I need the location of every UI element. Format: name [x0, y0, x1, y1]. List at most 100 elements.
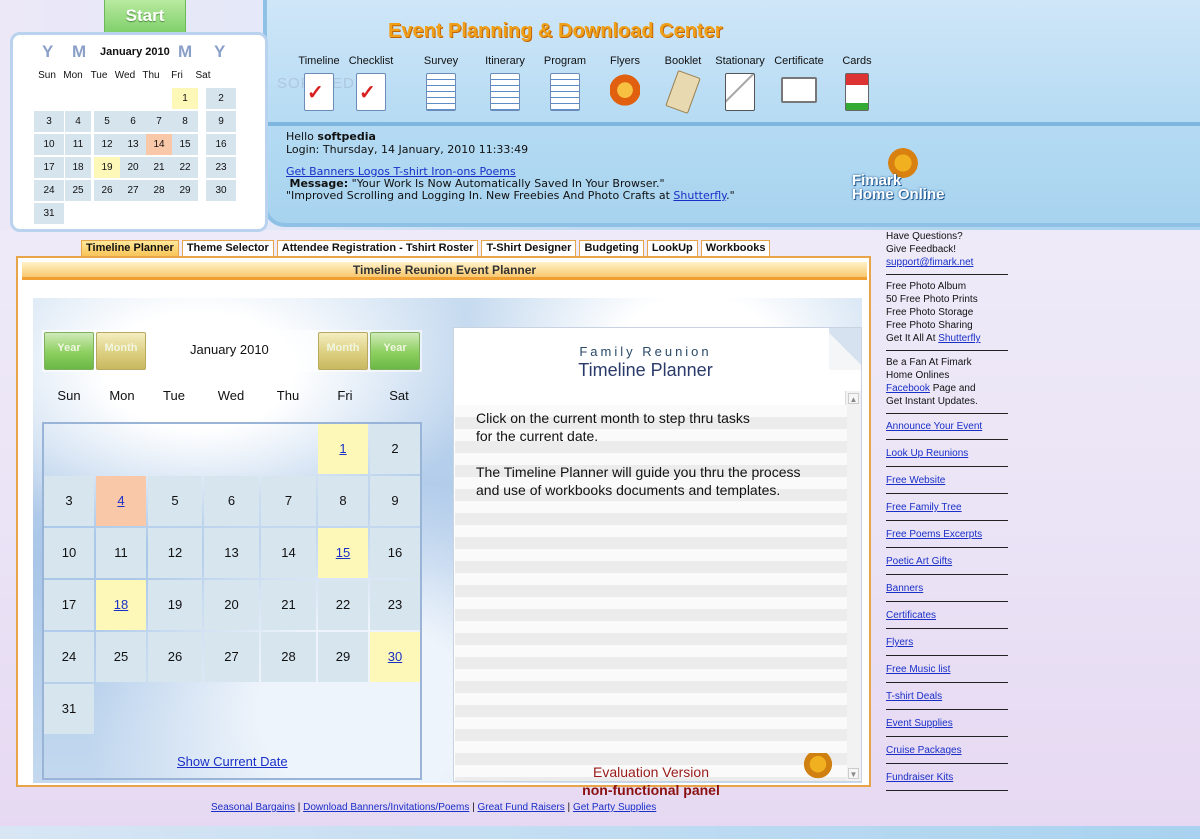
sidebar-link-free-website[interactable]: Free Website — [886, 475, 945, 486]
calendar-date-cell[interactable]: 23 — [370, 580, 420, 630]
calendar-date-cell[interactable]: 15 — [318, 528, 368, 578]
calendar-date-cell[interactable]: 6 — [204, 476, 259, 526]
calendar-date-cell[interactable]: 10 — [44, 528, 94, 578]
calendar-date-cell[interactable]: 20 — [204, 580, 259, 630]
calendar-date-cell[interactable]: 22 — [318, 580, 368, 630]
mini-next-year-button[interactable]: Y — [214, 42, 225, 62]
mini-prev-month-button[interactable]: M — [72, 42, 86, 62]
mini-date-cell[interactable]: 2 — [206, 88, 236, 109]
nav-item-survey[interactable]: Survey — [411, 55, 471, 111]
sidebar-link-event-supplies[interactable]: Event Supplies — [886, 718, 953, 729]
mini-date-cell[interactable]: 6 — [120, 111, 146, 132]
shutterfly-link[interactable]: Shutterfly — [673, 189, 726, 202]
support-email-link[interactable]: support@fimark.net — [886, 257, 973, 268]
nav-item-booklet[interactable]: Booklet — [653, 55, 713, 114]
sidebar-link-free-family-tree[interactable]: Free Family Tree — [886, 502, 962, 513]
calendar-date-cell[interactable]: 26 — [148, 632, 202, 682]
calendar-date-cell[interactable]: 17 — [44, 580, 94, 630]
sidebar-link-flyers[interactable]: Flyers — [886, 637, 913, 648]
nav-item-itinerary[interactable]: Itinerary — [475, 55, 535, 111]
footer-link-seasonal-bargains[interactable]: Seasonal Bargains — [211, 802, 295, 813]
tab-theme-selector[interactable]: Theme Selector — [181, 240, 274, 257]
mini-date-cell[interactable]: 16 — [206, 134, 236, 155]
mini-date-cell[interactable]: 9 — [206, 111, 236, 132]
calendar-date-cell[interactable]: 5 — [148, 476, 202, 526]
start-button[interactable]: Start — [104, 0, 186, 34]
mini-date-cell[interactable]: 5 — [94, 111, 120, 132]
date-link[interactable]: 18 — [114, 597, 128, 612]
sidebar-link-free-poems-excerpts[interactable]: Free Poems Excerpts — [886, 529, 982, 540]
tab-timeline-planner[interactable]: Timeline Planner — [81, 240, 179, 257]
facebook-link[interactable]: Facebook — [886, 383, 930, 394]
nav-item-timeline[interactable]: Timeline — [289, 55, 349, 111]
certificate-icon[interactable] — [781, 77, 817, 103]
calendar-date-cell[interactable]: 29 — [318, 632, 368, 682]
calendar-date-cell[interactable]: 27 — [204, 632, 259, 682]
scroll-up-icon[interactable]: ▲ — [848, 393, 859, 404]
prev-year-button[interactable]: Year — [44, 332, 94, 370]
sidebar-link-look-up-reunions[interactable]: Look Up Reunions — [886, 448, 968, 459]
calendar-date-cell[interactable]: 2 — [370, 424, 420, 474]
tab-t-shirt-designer[interactable]: T-Shirt Designer — [481, 240, 577, 257]
mini-date-cell[interactable]: 31 — [34, 203, 64, 224]
mini-date-cell[interactable]: 22 — [172, 157, 198, 178]
calendar-date-cell[interactable]: 14 — [261, 528, 316, 578]
document-icon[interactable] — [550, 73, 580, 111]
mini-date-cell[interactable]: 11 — [65, 134, 91, 155]
footer-link-get-party-supplies[interactable]: Get Party Supplies — [573, 802, 656, 813]
prev-month-button[interactable]: Month — [96, 332, 146, 370]
show-current-date-link[interactable]: Show Current Date — [177, 754, 288, 769]
calendar-date-cell[interactable]: 31 — [44, 684, 94, 734]
document-icon[interactable] — [490, 73, 520, 111]
stationary-icon[interactable] — [725, 73, 755, 111]
mini-date-cell[interactable]: 10 — [34, 134, 64, 155]
mini-date-cell[interactable]: 25 — [65, 180, 91, 201]
calendar-date-cell[interactable]: 8 — [318, 476, 368, 526]
nav-item-certificate[interactable]: Certificate — [769, 55, 829, 103]
sidebar-link-announce-your-event[interactable]: Announce Your Event — [886, 421, 982, 432]
mini-date-cell[interactable]: 14 — [146, 134, 172, 155]
mini-date-cell[interactable]: 15 — [172, 134, 198, 155]
calendar-date-cell[interactable]: 4 — [96, 476, 146, 526]
mini-date-cell[interactable]: 26 — [94, 180, 120, 201]
nav-item-program[interactable]: Program — [535, 55, 595, 111]
calendar-date-cell[interactable]: 21 — [261, 580, 316, 630]
card-icon[interactable] — [845, 73, 869, 111]
mini-date-cell[interactable]: 12 — [94, 134, 120, 155]
sidebar-shutterfly-link[interactable]: Shutterfly — [938, 333, 980, 344]
mini-date-cell[interactable]: 1 — [172, 88, 198, 109]
sidebar-link-poetic-art-gifts[interactable]: Poetic Art Gifts — [886, 556, 952, 567]
tab-budgeting[interactable]: Budgeting — [579, 240, 644, 257]
mini-date-cell[interactable]: 3 — [34, 111, 64, 132]
footer-link-great-fund-raisers[interactable]: Great Fund Raisers — [478, 802, 565, 813]
date-link[interactable]: 4 — [117, 493, 124, 508]
nav-item-cards[interactable]: Cards — [827, 55, 887, 111]
calendar-date-cell[interactable]: 16 — [370, 528, 420, 578]
mini-date-cell[interactable]: 18 — [65, 157, 91, 178]
calendar-date-cell[interactable]: 12 — [148, 528, 202, 578]
sidebar-link-free-music-list[interactable]: Free Music list — [886, 664, 950, 675]
mini-date-cell[interactable]: 24 — [34, 180, 64, 201]
date-link[interactable]: 15 — [336, 545, 350, 560]
calendar-date-cell[interactable]: 19 — [148, 580, 202, 630]
scroll-down-icon[interactable]: ▼ — [848, 768, 859, 779]
mini-date-cell[interactable]: 4 — [65, 111, 91, 132]
mini-date-cell[interactable]: 23 — [206, 157, 236, 178]
mini-date-cell[interactable]: 21 — [146, 157, 172, 178]
next-month-button[interactable]: Month — [318, 332, 368, 370]
mini-date-cell[interactable]: 19 — [94, 157, 120, 178]
mini-date-cell[interactable]: 28 — [146, 180, 172, 201]
checklist-icon[interactable] — [304, 73, 334, 111]
calendar-date-cell[interactable]: 24 — [44, 632, 94, 682]
info-scrollbar[interactable]: ▲ ▼ — [845, 391, 861, 781]
next-year-button[interactable]: Year — [370, 332, 420, 370]
mini-prev-year-button[interactable]: Y — [42, 42, 53, 62]
tab-attendee-registration-tshirt-roster[interactable]: Attendee Registration - Tshirt Roster — [276, 240, 479, 257]
mini-date-cell[interactable]: 13 — [120, 134, 146, 155]
calendar-date-cell[interactable]: 28 — [261, 632, 316, 682]
mini-date-cell[interactable]: 20 — [120, 157, 146, 178]
nav-item-stationary[interactable]: Stationary — [710, 55, 770, 111]
calendar-date-cell[interactable]: 7 — [261, 476, 316, 526]
mini-date-cell[interactable]: 29 — [172, 180, 198, 201]
mini-date-cell[interactable]: 17 — [34, 157, 64, 178]
